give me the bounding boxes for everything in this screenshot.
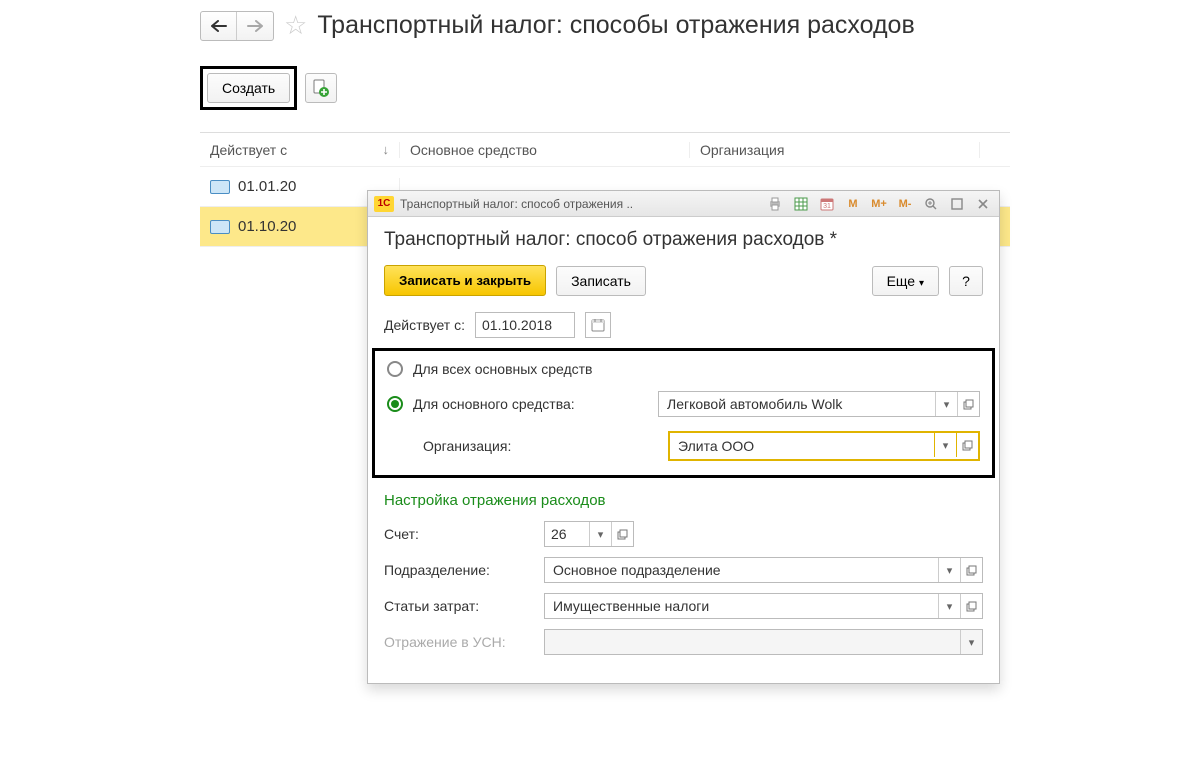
org-label: Организация: [423,438,658,454]
dept-label: Подразделение: [384,562,534,578]
col-header-asset[interactable]: Основное средство [400,142,690,158]
section-title: Настройка отражения расходов [384,492,983,509]
col-header-org[interactable]: Организация [690,142,980,158]
cost-label: Статьи затрат: [384,598,534,614]
m-minus-button[interactable]: M- [895,195,915,213]
col-header-date[interactable]: Действует с ↓ [200,142,400,158]
open-icon[interactable] [611,522,633,546]
row-icon [210,220,230,234]
selection-highlight-box: Для всех основных средств Для основного … [372,348,995,478]
account-label: Счет: [384,526,534,542]
back-button[interactable] [201,12,237,40]
dept-lookup[interactable]: Основное подразделение ▾ [544,557,983,583]
maximize-icon[interactable] [947,195,967,213]
svg-text:31: 31 [823,203,831,210]
favorite-star-icon[interactable]: ☆ [284,10,307,41]
chevron-down-icon: ▾ [919,278,924,289]
usn-lookup: ▾ [544,629,983,655]
dropdown-icon[interactable]: ▾ [935,392,957,416]
dropdown-icon[interactable]: ▾ [589,522,611,546]
open-icon[interactable] [960,558,982,582]
app-logo-icon: 1C [374,196,394,212]
radio-all-assets[interactable] [387,361,403,377]
calendar-icon[interactable]: 31 [817,195,837,213]
org-lookup[interactable]: Элита ООО ▾ [668,431,980,461]
more-button[interactable]: Еще ▾ [872,266,939,296]
dropdown-icon[interactable]: ▾ [938,558,960,582]
page-title: Транспортный налог: способы отражения ра… [317,11,914,40]
modal-titlebar-text: Транспортный налог: способ отражения .. [400,197,633,211]
save-button[interactable]: Записать [556,266,646,296]
open-icon[interactable] [956,433,978,457]
grid-icon[interactable] [791,195,811,213]
m-plus-button[interactable]: M+ [869,195,889,213]
create-button-highlight: Создать [200,66,297,110]
print-icon[interactable] [765,195,785,213]
radio-single-asset[interactable] [387,396,403,412]
date-label: Действует с: [384,317,465,333]
close-icon[interactable] [973,195,993,213]
calendar-picker-icon[interactable] [585,312,611,338]
modal-titlebar[interactable]: 1C Транспортный налог: способ отражения … [368,191,999,217]
sort-arrow-icon: ↓ [383,142,390,157]
create-button[interactable]: Создать [207,73,290,103]
save-and-close-button[interactable]: Записать и закрыть [384,265,546,296]
nav-buttons [200,11,274,41]
date-input[interactable]: 01.10.2018 [475,312,575,338]
account-lookup[interactable]: 26 ▾ [544,521,634,547]
radio-all-label: Для всех основных средств [413,361,592,377]
modal-heading: Транспортный налог: способ отражения рас… [384,229,983,251]
open-icon[interactable] [960,594,982,618]
dropdown-icon[interactable]: ▾ [938,594,960,618]
m-button[interactable]: M [843,195,863,213]
dropdown-icon[interactable]: ▾ [934,433,956,457]
modal-window: 1C Транспортный налог: способ отражения … [367,190,1000,684]
radio-one-label: Для основного средства: [413,396,648,412]
forward-button[interactable] [237,12,273,40]
zoom-icon[interactable] [921,195,941,213]
row-icon [210,180,230,194]
usn-label: Отражение в УСН: [384,634,534,650]
new-doc-icon-button[interactable] [305,73,337,103]
cost-lookup[interactable]: Имущественные налоги ▾ [544,593,983,619]
table-header: Действует с ↓ Основное средство Организа… [200,133,1010,167]
dropdown-icon: ▾ [960,630,982,654]
help-button[interactable]: ? [949,266,983,296]
asset-lookup[interactable]: Легковой автомобиль Wolk ▾ [658,391,980,417]
open-icon[interactable] [957,392,979,416]
